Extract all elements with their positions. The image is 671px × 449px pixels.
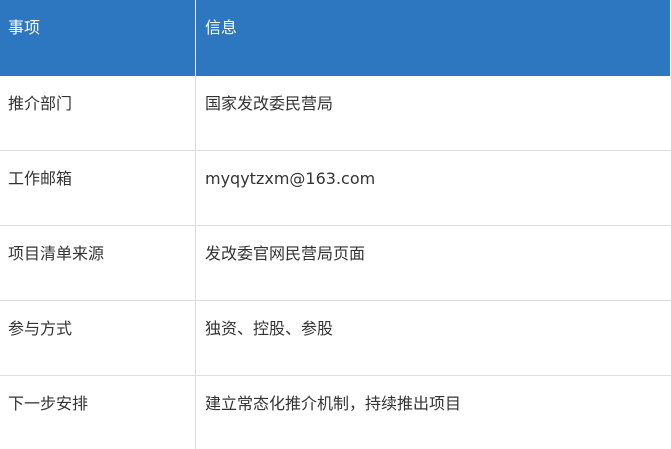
table-header-row: 事项 信息 — [0, 0, 671, 76]
row-label: 工作邮箱 — [0, 151, 196, 225]
row-value: 发改委官网民营局页面 — [205, 244, 366, 263]
table-row: 推介部门 国家发改委民营局 — [0, 76, 671, 151]
row-value: 建立常态化推介机制，持续推出项目 — [205, 394, 462, 413]
table-row: 项目清单来源 发改委官网民营局页面 — [0, 226, 671, 301]
row-label: 推介部门 — [0, 76, 196, 150]
table-row: 参与方式 独资、控股、参股 — [0, 301, 671, 376]
info-table: 事项 信息 推介部门 国家发改委民营局 工作邮箱 myqytzxm@163.co… — [0, 0, 671, 449]
row-label: 项目清单来源 — [0, 226, 196, 300]
table-row: 下一步安排 建立常态化推介机制，持续推出项目 — [0, 376, 671, 449]
header-cell-item: 事项 — [0, 0, 196, 76]
row-label: 下一步安排 — [0, 376, 196, 449]
table-row: 工作邮箱 myqytzxm@163.com — [0, 151, 671, 226]
row-value: 独资、控股、参股 — [205, 319, 334, 338]
row-value: 国家发改委民营局 — [205, 94, 334, 113]
row-label: 参与方式 — [0, 301, 196, 375]
row-value: myqytzxm@163.com — [205, 169, 376, 188]
header-cell-info: 信息 — [196, 0, 671, 76]
